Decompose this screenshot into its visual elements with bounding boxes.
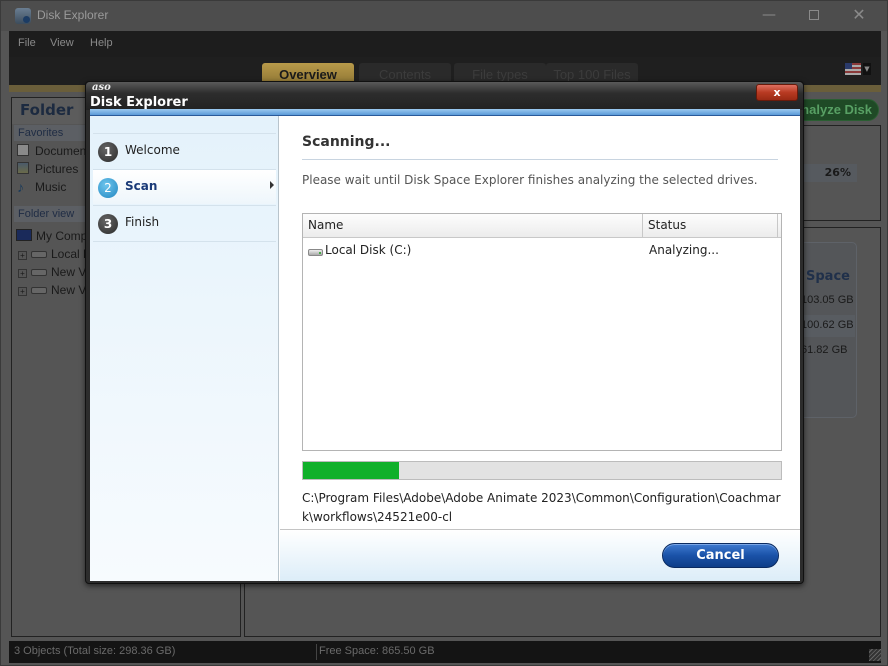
drive-name: Local Disk (C:) xyxy=(325,243,412,257)
close-button[interactable]: ✕ xyxy=(836,1,882,31)
dialog-title: Disk Explorer xyxy=(90,95,188,110)
expand-icon[interactable]: + xyxy=(18,251,27,260)
objects-count: 3 Objects (Total size: 298.36 GB) xyxy=(14,645,176,657)
hard-drive-icon xyxy=(31,251,47,258)
hard-drive-icon xyxy=(308,249,323,256)
dialog-footer: Cancel xyxy=(280,529,800,581)
step-number: 3 xyxy=(98,214,118,234)
list-header: Name Status xyxy=(303,214,781,238)
brand-logo: aso xyxy=(92,82,111,93)
space-value: 100.62 GB xyxy=(801,319,854,331)
step-label: Welcome xyxy=(125,143,180,157)
favorite-label: Pictures xyxy=(35,162,79,176)
maximize-icon xyxy=(809,10,819,20)
hard-drive-icon xyxy=(31,269,47,276)
music-note-icon: ♪ xyxy=(17,179,24,195)
description: Please wait until Disk Space Explorer fi… xyxy=(302,173,758,187)
step-label: Finish xyxy=(125,215,160,229)
space-value: 61.82 GB xyxy=(801,344,848,356)
step-label: Scan xyxy=(125,179,158,193)
document-icon xyxy=(17,144,29,156)
minimize-button[interactable]: — xyxy=(746,1,792,31)
menu-help[interactable]: Help xyxy=(90,37,113,49)
scan-content: Scanning... Please wait until Disk Space… xyxy=(280,116,800,529)
step-divider xyxy=(93,241,276,242)
status-bar: 3 Objects (Total size: 298.36 GB) Free S… xyxy=(9,641,881,663)
favorite-pictures[interactable]: Pictures xyxy=(17,162,78,176)
usage-percent: 26% xyxy=(801,164,857,182)
folder-panel-title: Folder xyxy=(20,101,74,119)
menu-file[interactable]: File xyxy=(18,37,36,49)
free-space: Free Space: 865.50 GB xyxy=(319,645,435,657)
step-finish[interactable]: 3 Finish xyxy=(93,205,276,240)
hard-drive-icon xyxy=(31,287,47,294)
column-divider xyxy=(777,214,778,238)
dialog-header: aso Disk Explorer x xyxy=(86,82,803,110)
picture-icon xyxy=(17,162,29,174)
drive-list: Name Status Local Disk (C:) Analyzing... xyxy=(302,213,782,451)
current-scan-path: C:\Program Files\Adobe\Adobe Animate 202… xyxy=(302,491,781,524)
dialog-close-button[interactable]: x xyxy=(756,84,798,101)
favorite-documents[interactable]: Documents xyxy=(17,144,96,158)
space-column-header: Space xyxy=(806,269,850,284)
expand-icon[interactable]: + xyxy=(18,269,27,278)
dialog-body: 1 Welcome 2 Scan 3 Finish Scanning... Pl… xyxy=(90,109,800,581)
status-divider xyxy=(316,644,317,660)
title-bar: Disk Explorer — ✕ xyxy=(1,1,887,31)
expand-icon[interactable]: + xyxy=(18,287,27,296)
app-icon xyxy=(15,8,31,24)
step-number: 2 xyxy=(98,178,118,198)
page-heading: Scanning... xyxy=(302,134,391,150)
progress-fill xyxy=(303,462,399,479)
window-title: Disk Explorer xyxy=(37,8,109,22)
step-scan[interactable]: 2 Scan xyxy=(93,169,276,204)
step-welcome[interactable]: 1 Welcome xyxy=(93,133,276,168)
language-dropdown-icon[interactable]: ▼ xyxy=(863,63,871,75)
scan-progress-bar xyxy=(302,461,782,480)
favorite-music[interactable]: ♪ Music xyxy=(17,179,67,195)
resize-grip[interactable] xyxy=(869,649,881,661)
step-number: 1 xyxy=(98,142,118,162)
scan-dialog: aso Disk Explorer x 1 Welcome 2 Scan 3 F… xyxy=(85,81,804,584)
menu-bar: File View Help xyxy=(9,31,881,57)
menu-view[interactable]: View xyxy=(50,37,74,49)
cancel-button[interactable]: Cancel xyxy=(662,543,779,568)
favorite-label: Music xyxy=(35,180,67,194)
heading-divider xyxy=(302,159,778,160)
list-row[interactable]: Local Disk (C:) Analyzing... xyxy=(303,239,781,261)
drive-status: Analyzing... xyxy=(649,243,719,257)
space-value: 103.05 GB xyxy=(801,294,854,306)
wizard-steps: 1 Welcome 2 Scan 3 Finish xyxy=(90,116,279,581)
us-flag-icon[interactable] xyxy=(845,63,861,75)
chevron-right-icon xyxy=(270,181,274,189)
column-header-status[interactable]: Status xyxy=(648,218,686,232)
computer-icon xyxy=(16,229,32,241)
column-header-name[interactable]: Name xyxy=(308,218,343,232)
maximize-button[interactable] xyxy=(791,1,837,31)
column-divider[interactable] xyxy=(642,214,643,238)
header-strip xyxy=(90,109,800,116)
